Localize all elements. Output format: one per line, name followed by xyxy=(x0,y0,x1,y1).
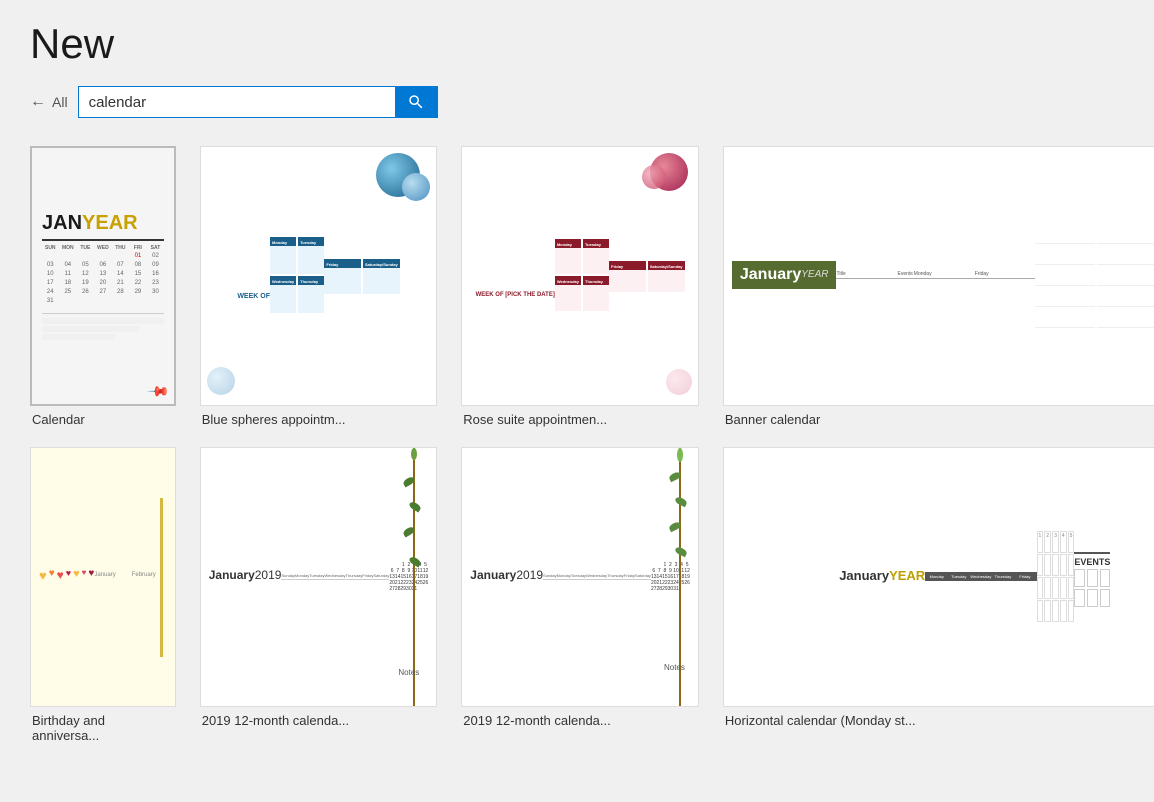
template-label: Horizontal calendar (Monday st... xyxy=(723,713,1154,728)
page-title: New xyxy=(30,20,1124,68)
cal-day-header: WED xyxy=(95,245,112,251)
horiz-year: YEAR xyxy=(889,568,925,583)
cal-day-header: TUE xyxy=(77,245,94,251)
template-item[interactable]: WEEK OF [PICK THE DATE] Monday Tuesday W… xyxy=(461,146,699,427)
template-item[interactable]: January 2019 SundayMondayTuesdayWednesda… xyxy=(461,447,699,743)
back-arrow-icon: ← xyxy=(30,93,46,111)
cal19-1-month: January xyxy=(209,568,255,582)
template-label: 2019 12-month calenda... xyxy=(461,713,699,728)
cal-month-label: JAN xyxy=(42,212,82,235)
template-label: Banner calendar xyxy=(723,412,1154,427)
template-item[interactable]: ♥ ♥ ♥ ♥ ♥ ♥ ♥ January February xyxy=(30,447,176,743)
blue-week-header: WEEK OF xyxy=(237,293,270,300)
template-label: Rose suite appointmen... xyxy=(461,412,699,427)
cal-year-label: YEAR xyxy=(82,212,138,235)
events-label: EVENTS xyxy=(1074,557,1110,567)
search-input[interactable] xyxy=(79,88,395,117)
cal-day-header: SAT xyxy=(147,245,164,251)
template-item[interactable]: January 2019 SundayMondayTuesdayWednesda… xyxy=(200,447,438,743)
banner-month: January xyxy=(740,266,801,284)
template-item[interactable]: JAN YEAR SUN MON TUE WED THU FRI SAT xyxy=(30,146,176,427)
template-label: Birthday and anniversa... xyxy=(30,713,176,743)
template-item[interactable]: WEEK OF Monday Tuesday Wednesday Thursda… xyxy=(200,146,438,427)
rose-circle-bottom xyxy=(666,369,692,395)
search-bar: ← All xyxy=(30,86,1124,118)
templates-grid: JAN YEAR SUN MON TUE WED THU FRI SAT xyxy=(30,146,1124,743)
hearts-row: ♥ ♥ ♥ ♥ ♥ ♥ ♥ xyxy=(39,568,94,583)
months-row: January February xyxy=(94,572,155,578)
search-button[interactable] xyxy=(395,87,437,117)
template-item[interactable]: January YEAR Monday Tuesday Wednesday Th… xyxy=(723,447,1154,743)
template-label: 2019 12-month calenda... xyxy=(200,713,438,728)
horiz-month: January xyxy=(839,568,889,583)
banner-year: YEAR xyxy=(801,269,828,280)
template-label: Calendar xyxy=(30,412,176,427)
center-divider xyxy=(160,498,163,657)
rose-week-header: WEEK OF [PICK THE DATE] xyxy=(476,292,555,298)
search-icon xyxy=(407,93,425,111)
blue-circle-small xyxy=(402,173,430,201)
rose-circle-medium xyxy=(642,165,666,189)
cal-day-header: MON xyxy=(60,245,77,251)
cal-day-header: FRI xyxy=(130,245,147,251)
cal-day-header: THU xyxy=(112,245,129,251)
blue-circle-bottom xyxy=(207,367,235,395)
template-item[interactable]: January YEAR Title Events Monday Friday xyxy=(723,146,1154,427)
cal19-2-year: 2019 xyxy=(516,568,543,582)
template-label: Blue spheres appointm... xyxy=(200,412,438,427)
cal19-1-year: 2019 xyxy=(255,568,282,582)
search-wrapper xyxy=(78,86,438,118)
pin-icon: 📌 xyxy=(147,379,171,403)
cal-day-header: SUN xyxy=(42,245,59,251)
back-label: All xyxy=(52,94,68,110)
back-link[interactable]: ← All xyxy=(30,93,68,111)
cal19-2-month: January xyxy=(470,568,516,582)
